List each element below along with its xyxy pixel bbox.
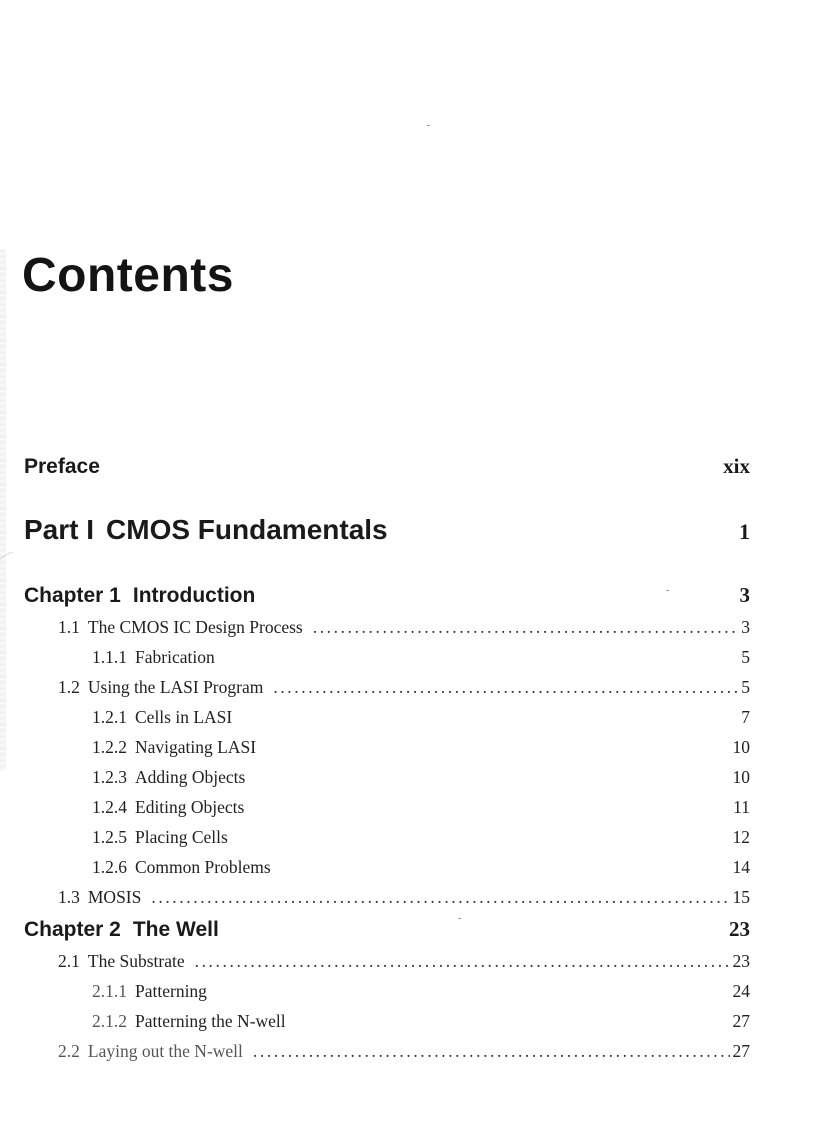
- section-number: 1.1.1: [92, 647, 127, 667]
- page-number: 15: [732, 887, 751, 907]
- toc-entry-subsection-1-2-1[interactable]: 1.2.1 Cells in LASI 7: [0, 707, 750, 728]
- section-number: 1.2.1: [92, 707, 127, 727]
- entry-title: MOSIS: [87, 887, 142, 907]
- entry-title: Adding Objects: [135, 767, 246, 787]
- toc-entry-subsection-2-1-2[interactable]: 2.1.2 Patterning the N-well 27: [0, 1011, 750, 1032]
- chapter-number: Chapter 1: [24, 584, 121, 607]
- page-number: 12: [732, 827, 751, 847]
- entry-title: Preface: [24, 455, 100, 478]
- page-number: 10: [732, 737, 751, 757]
- toc-entry-subsection-1-2-3[interactable]: 1.2.3 Adding Objects 10: [0, 767, 750, 788]
- entry-title: Introduction: [132, 584, 256, 607]
- page-number: 5: [741, 677, 750, 697]
- dot-leader: ........................................…: [312, 617, 739, 637]
- section-number: 2.1.1: [92, 981, 127, 1001]
- entry-title: Laying out the N-well: [87, 1041, 243, 1061]
- toc-entry-section-1-3[interactable]: 1.3 MOSIS ...............................…: [0, 887, 750, 908]
- section-number: 1.2.3: [92, 767, 127, 787]
- page-number: 11: [733, 797, 750, 817]
- toc-entry-subsection-1-2-2[interactable]: 1.2.2 Navigating LASI 10: [0, 737, 750, 758]
- toc-entry-part-1[interactable]: Part I CMOS Fundamentals 1: [0, 514, 750, 546]
- toc-entry-subsection-1-1-1[interactable]: 1.1.1 Fabrication 5: [0, 647, 750, 668]
- toc-entry-subsection-1-2-5[interactable]: 1.2.5 Placing Cells 12: [0, 827, 750, 848]
- section-number: 1.2.2: [92, 737, 127, 757]
- toc-entry-subsection-2-1-1[interactable]: 2.1.1 Patterning 24: [0, 981, 750, 1002]
- section-number: 1.3: [58, 887, 80, 907]
- page-number: 1: [739, 519, 750, 544]
- page-number: 14: [732, 857, 751, 877]
- page-number: 5: [741, 647, 750, 667]
- section-number: 2.2: [58, 1041, 80, 1061]
- section-number: 1.2.6: [92, 857, 127, 877]
- page-number: 24: [732, 981, 751, 1001]
- toc-entry-section-2-2[interactable]: 2.2 Laying out the N-well ...............…: [0, 1041, 750, 1062]
- page-number: 27: [732, 1041, 751, 1061]
- page-number: 3: [739, 583, 751, 607]
- page-number: 23: [732, 951, 751, 971]
- entry-title: The Well: [132, 918, 219, 941]
- section-number: 1.2.5: [92, 827, 127, 847]
- page-number: 7: [741, 707, 750, 727]
- dot-leader: ........................................…: [252, 1041, 730, 1061]
- entry-title: Common Problems: [135, 857, 271, 877]
- toc-entry-section-1-2[interactable]: 1.2 Using the LASI Program ..............…: [0, 677, 750, 698]
- entry-title: Cells in LASI: [135, 707, 233, 727]
- page-number: 3: [741, 617, 750, 637]
- page-number: 27: [732, 1011, 751, 1031]
- entry-title: CMOS Fundamentals: [106, 514, 388, 545]
- toc-entry-chapter-2[interactable]: Chapter 2 The Well 23: [0, 917, 750, 942]
- part-number: Part I: [24, 514, 95, 545]
- toc-entry-chapter-1[interactable]: Chapter 1 Introduction 3: [0, 583, 750, 608]
- toc-entry-section-2-1[interactable]: 2.1 The Substrate .......................…: [0, 951, 750, 972]
- page-title: Contents: [22, 249, 234, 302]
- entry-title: Patterning the N-well: [135, 1011, 286, 1031]
- entry-title: Navigating LASI: [135, 737, 257, 757]
- toc-entry-section-1-1[interactable]: 1.1 The CMOS IC Design Process ..........…: [0, 617, 750, 638]
- entry-title: Patterning: [135, 981, 207, 1001]
- section-number: 1.2: [58, 677, 80, 697]
- page-number: xix: [723, 454, 750, 478]
- section-number: 1.2.4: [92, 797, 127, 817]
- dot-leader: ........................................…: [151, 887, 729, 907]
- chapter-number: Chapter 2: [24, 918, 121, 941]
- section-number: 1.1: [58, 617, 80, 637]
- section-number: 2.1.2: [92, 1011, 127, 1031]
- page-number: 10: [732, 767, 751, 787]
- entry-title: The CMOS IC Design Process: [87, 617, 303, 637]
- scan-speck: [427, 125, 430, 126]
- toc-entry-subsection-1-2-6[interactable]: 1.2.6 Common Problems 14: [0, 857, 750, 878]
- page-number: 23: [729, 917, 750, 941]
- entry-title: Fabrication: [135, 647, 215, 667]
- toc-entry-subsection-1-2-4[interactable]: 1.2.4 Editing Objects 11: [0, 797, 750, 818]
- toc-entry-preface[interactable]: Preface xix: [0, 454, 750, 479]
- entry-title: Placing Cells: [135, 827, 228, 847]
- section-number: 2.1: [58, 951, 80, 971]
- dot-leader: ........................................…: [194, 951, 730, 971]
- entry-title: Using the LASI Program: [87, 677, 264, 697]
- entry-title: The Substrate: [87, 951, 185, 971]
- entry-title: Editing Objects: [135, 797, 245, 817]
- dot-leader: ........................................…: [273, 677, 739, 697]
